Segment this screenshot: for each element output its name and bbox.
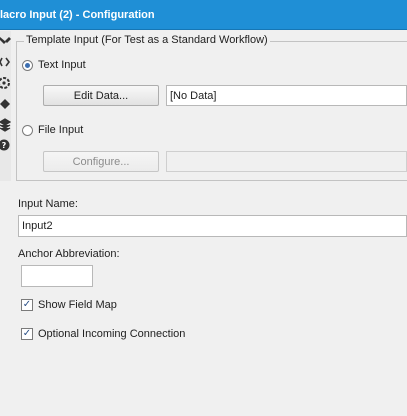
optional-incoming-label: Optional Incoming Connection <box>38 328 186 340</box>
show-field-map-row[interactable]: ✓ Show Field Map <box>21 299 117 311</box>
anchor-abbreviation-field[interactable] <box>21 265 93 287</box>
svg-text:?: ? <box>2 141 7 150</box>
file-input-radio-row[interactable]: File Input <box>22 124 83 136</box>
file-input-radio[interactable] <box>22 124 33 136</box>
edit-data-button[interactable]: Edit Data... <box>43 85 159 106</box>
tool-strip: ? <box>0 31 11 181</box>
tag-icon[interactable] <box>0 96 11 114</box>
data-value-field: [No Data] <box>166 85 407 106</box>
text-input-label: Text Input <box>38 59 86 71</box>
text-input-radio-row[interactable]: Text Input <box>22 59 86 71</box>
optional-incoming-checkbox[interactable]: ✓ <box>21 328 33 340</box>
anchor-abbreviation-label: Anchor Abbreviation: <box>18 248 120 260</box>
template-input-legend: Template Input (For Test as a Standard W… <box>24 34 270 46</box>
window-title-bar: lacro Input (2) - Configuration <box>0 0 407 30</box>
wrench-icon[interactable] <box>0 33 11 51</box>
file-path-field <box>166 151 407 172</box>
text-input-radio[interactable] <box>22 59 33 71</box>
configure-button[interactable]: Configure... <box>43 151 159 172</box>
code-icon[interactable] <box>0 54 11 72</box>
help-icon[interactable]: ? <box>0 137 11 155</box>
show-field-map-label: Show Field Map <box>38 299 117 311</box>
optional-incoming-row[interactable]: ✓ Optional Incoming Connection <box>21 328 185 340</box>
input-name-field[interactable]: Input2 <box>18 215 407 237</box>
gear-icon[interactable] <box>0 75 11 93</box>
window-title: lacro Input (2) - Configuration <box>0 9 155 21</box>
input-name-label: Input Name: <box>18 198 78 210</box>
show-field-map-checkbox[interactable]: ✓ <box>21 299 33 311</box>
file-input-label: File Input <box>38 124 84 136</box>
stack-icon[interactable] <box>0 117 11 135</box>
